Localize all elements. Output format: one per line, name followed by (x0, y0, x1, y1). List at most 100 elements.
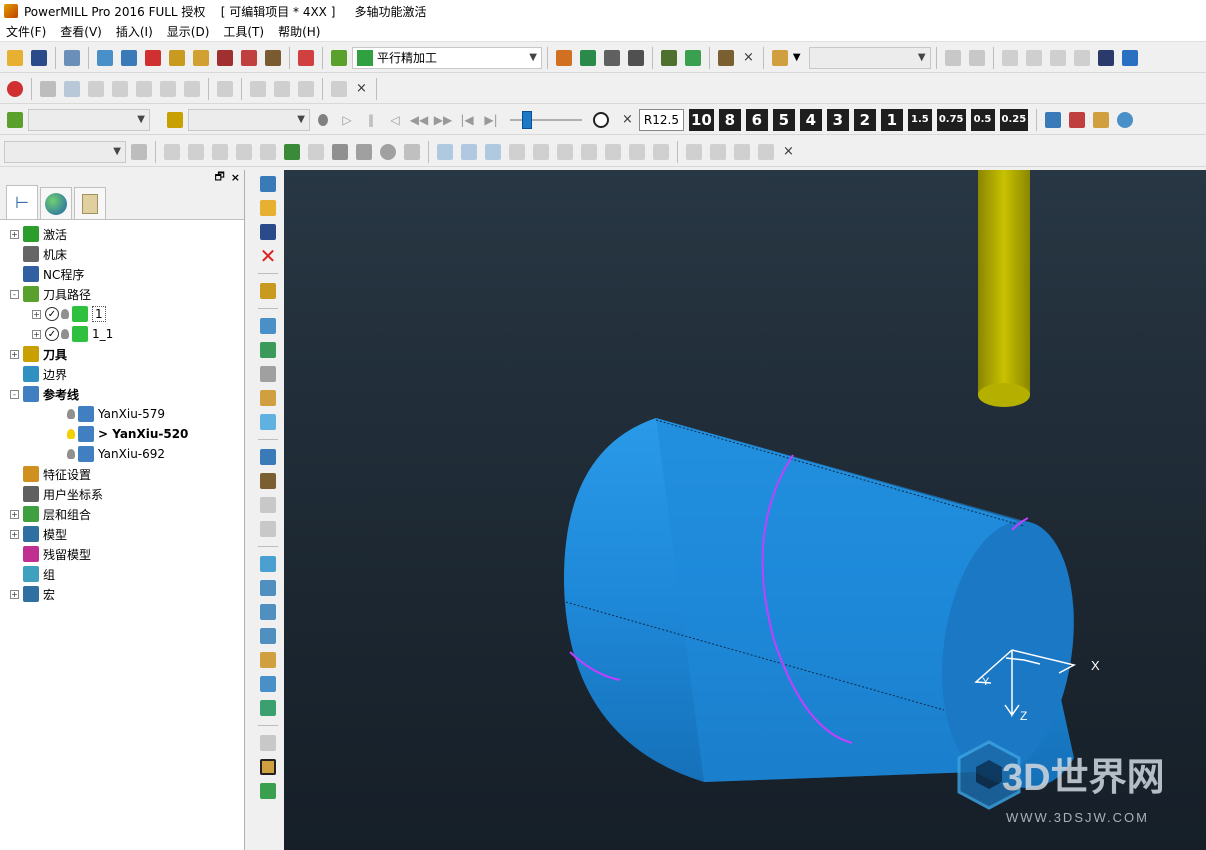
speed-2[interactable]: 2 (853, 108, 876, 131)
tree-item[interactable]: + 层和组合 (0, 504, 244, 524)
edit-pen-icon[interactable] (1119, 47, 1141, 69)
check-icon[interactable]: ✓ (45, 327, 59, 341)
feedrate-icon[interactable] (142, 47, 164, 69)
speed-10[interactable]: 10 (688, 108, 714, 131)
visibility-bulb-icon[interactable] (67, 409, 75, 419)
tree-item[interactable]: 边界 (0, 364, 244, 384)
menu-tools[interactable]: 工具(T) (223, 23, 264, 40)
record-icon[interactable] (4, 78, 26, 100)
tree-item[interactable]: + 激活 (0, 224, 244, 244)
close-toolbar-icon[interactable]: × (622, 112, 633, 127)
float-panel-icon[interactable]: 🗗 (214, 168, 224, 187)
toolpath-select[interactable]: ▼ (28, 108, 150, 131)
layer-icon[interactable] (257, 781, 279, 801)
tree-item[interactable]: + 刀具 (0, 344, 244, 364)
close-panel-icon[interactable]: × (231, 171, 240, 184)
point-distribution-icon[interactable] (238, 47, 260, 69)
save-project-icon[interactable] (28, 47, 50, 69)
close-toolbar-icon[interactable]: × (356, 81, 367, 96)
measure-icon[interactable] (625, 47, 647, 69)
tree-item[interactable]: 组 (0, 564, 244, 584)
visibility-bulb-icon[interactable] (67, 429, 75, 439)
tree-item[interactable]: YanXiu-692 (0, 444, 244, 464)
tool-icon[interactable] (164, 109, 186, 131)
speed-r12-5[interactable]: R12.5 (638, 108, 684, 131)
graphics-viewport[interactable]: X Y Z 3D世界网 WWW.3DSJW.COM (284, 170, 1206, 850)
play-icon[interactable]: ▷ (336, 109, 358, 131)
tool-database-icon[interactable] (658, 47, 680, 69)
block-icon[interactable] (94, 47, 116, 69)
model-shading-icon[interactable] (715, 47, 737, 69)
collapse-icon[interactable]: - (10, 389, 19, 399)
tree-item[interactable]: 残留模型 (0, 544, 244, 564)
simulation-icon[interactable] (577, 47, 599, 69)
cutting-tool[interactable] (978, 170, 1030, 407)
view-iso-icon[interactable] (257, 578, 279, 598)
close-toolbar-icon[interactable]: × (783, 144, 794, 159)
toolpath-strategy-select[interactable]: 平行精加工 ▼ (352, 46, 542, 69)
tree-item[interactable]: 机床 (0, 244, 244, 264)
toolpath-icon[interactable] (4, 109, 26, 131)
timer-icon[interactable] (377, 141, 399, 163)
rewind-icon[interactable]: ◀◀ (408, 109, 430, 131)
open-project-icon[interactable] (257, 198, 279, 218)
stock-icon[interactable] (257, 388, 279, 408)
expand-icon[interactable]: + (10, 589, 19, 599)
speed-1-5[interactable]: 1.5 (907, 108, 932, 131)
visibility-bulb-icon[interactable] (67, 449, 75, 459)
tree-item[interactable]: 特征设置 (0, 464, 244, 484)
tab-recycle[interactable] (74, 187, 106, 219)
open-project-icon[interactable] (4, 47, 26, 69)
new-icon[interactable] (257, 174, 279, 194)
expand-icon[interactable]: + (10, 529, 19, 539)
menu-view[interactable]: 查看(V) (60, 23, 102, 40)
speed-3[interactable]: 3 (826, 108, 849, 131)
speed-0-25[interactable]: 0.25 (999, 108, 1029, 131)
view-fit-icon[interactable] (257, 674, 279, 694)
machine-tool-icon[interactable] (1090, 109, 1112, 131)
speed-0-75[interactable]: 0.75 (936, 108, 966, 131)
curve-edit-icon[interactable] (434, 141, 456, 163)
visibility-bulb-icon[interactable] (61, 309, 69, 319)
curve-edit-icon[interactable] (482, 141, 504, 163)
toolpath-icon[interactable] (328, 47, 350, 69)
tab-planet[interactable] (40, 187, 72, 219)
save-project-icon[interactable] (257, 222, 279, 242)
view-bottom-icon[interactable] (257, 650, 279, 670)
fast-forward-icon[interactable]: ▶▶ (432, 109, 454, 131)
view-zoom-icon[interactable] (257, 698, 279, 718)
shading-icon[interactable] (257, 471, 279, 491)
dart-icon[interactable] (281, 141, 303, 163)
stock-model-icon[interactable] (769, 47, 791, 69)
sim-pointer-icon[interactable] (61, 78, 83, 100)
tool-select[interactable]: ▼ (188, 108, 310, 131)
expand-icon[interactable]: + (10, 229, 19, 239)
tree-item[interactable]: + ✓ 1_1 (0, 324, 244, 344)
slider-thumb[interactable] (522, 110, 532, 129)
calculator-icon[interactable] (601, 47, 623, 69)
expand-icon[interactable]: + (10, 509, 19, 519)
print-icon[interactable] (61, 47, 83, 69)
go-start-icon[interactable]: |◀ (456, 109, 478, 131)
selection-select[interactable]: ▼ (4, 140, 126, 163)
chevron-down-icon[interactable]: ▼ (793, 52, 801, 63)
tool-axis-icon[interactable] (214, 47, 236, 69)
rapid-move-icon[interactable] (118, 47, 140, 69)
tree-item[interactable]: + 模型 (0, 524, 244, 544)
bulb-icon[interactable] (312, 109, 334, 131)
check-icon[interactable]: ✓ (45, 307, 59, 321)
list-icon[interactable] (329, 141, 351, 163)
delete-icon[interactable]: ✕ (257, 244, 279, 268)
view-front-icon[interactable] (257, 554, 279, 574)
tab-explorer[interactable]: ⊢ (6, 185, 38, 219)
tool-start-icon[interactable] (166, 47, 188, 69)
expand-icon[interactable]: + (32, 329, 41, 339)
speed-0-5[interactable]: 0.5 (970, 108, 995, 131)
speed-5[interactable]: 5 (772, 108, 795, 131)
calculate-icon[interactable] (553, 47, 575, 69)
model-tree-icon[interactable] (257, 447, 279, 467)
toolpath-strategy-icon[interactable] (295, 47, 317, 69)
machine-view-icon[interactable] (1095, 47, 1117, 69)
color-wheel-icon[interactable] (1114, 109, 1136, 131)
tree-item[interactable]: > YanXiu-520 (0, 424, 244, 444)
